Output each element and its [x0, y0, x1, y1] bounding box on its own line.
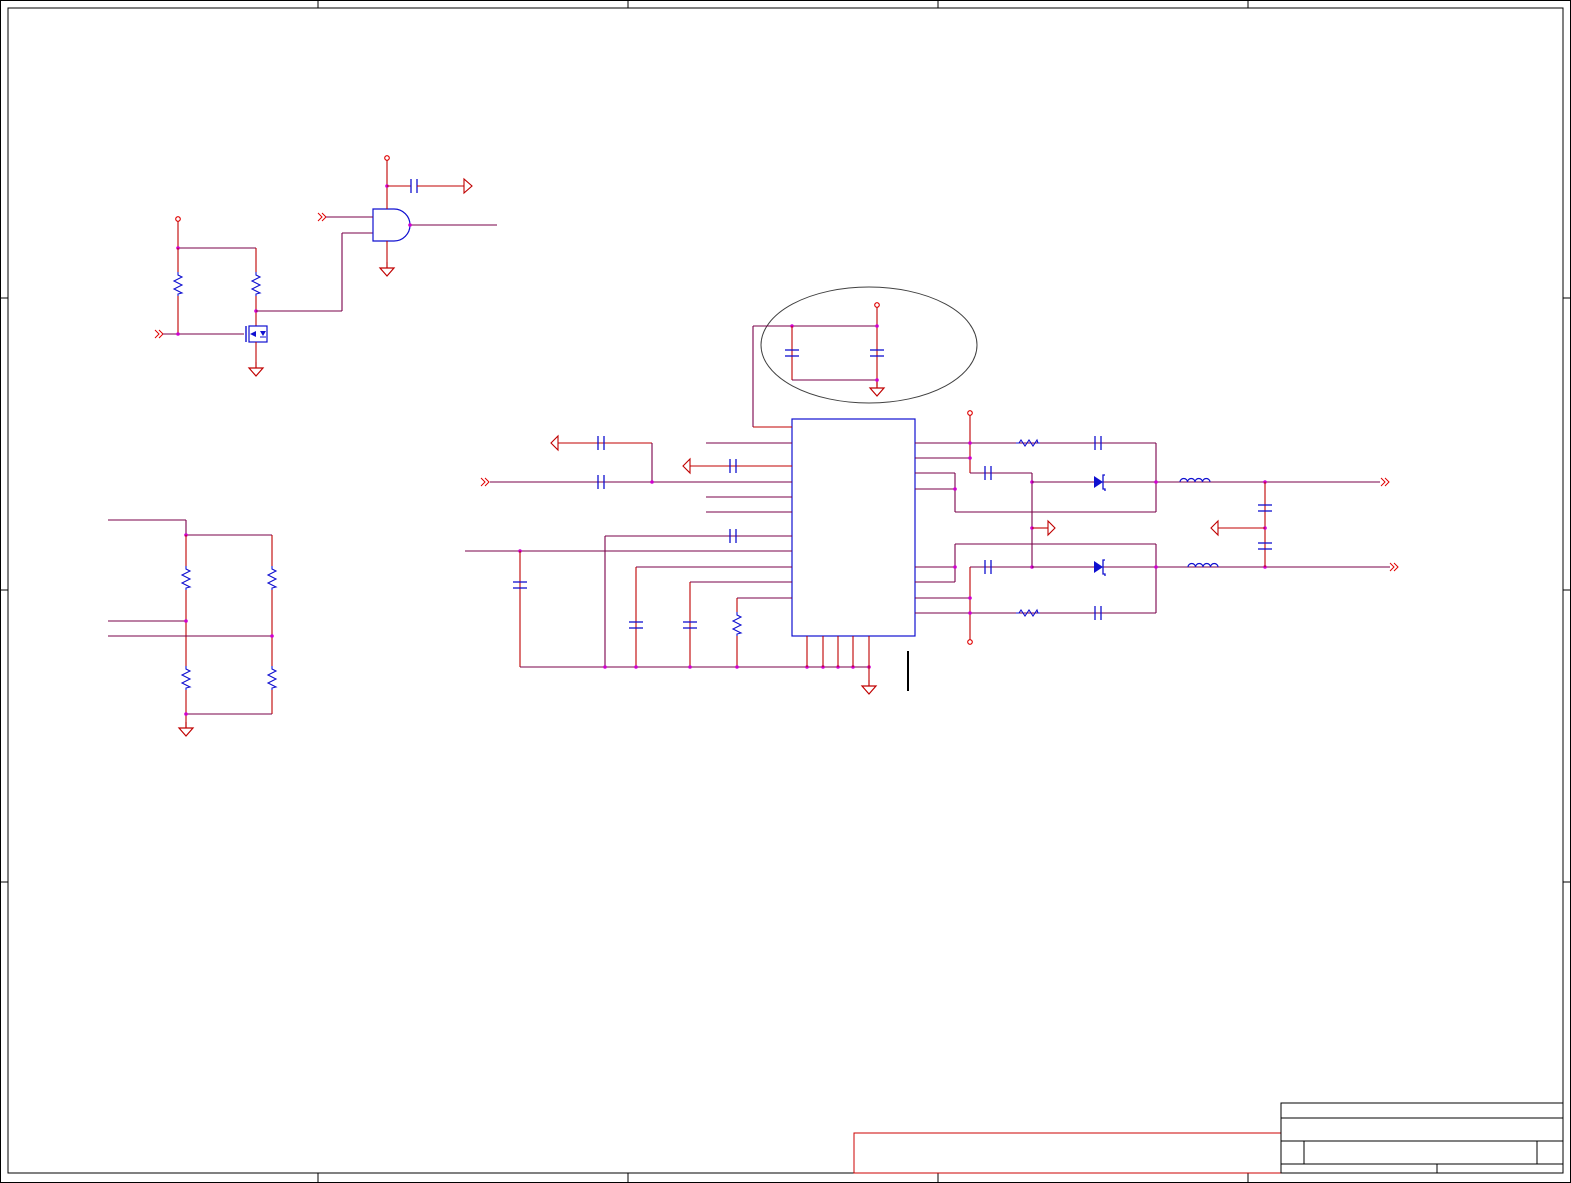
mosfet-icon — [245, 325, 268, 343]
ground-icon — [248, 361, 264, 377]
ground-icon — [869, 381, 885, 397]
ground-icon — [178, 721, 194, 737]
annotation-ellipse — [760, 286, 978, 404]
resistor-icon — [267, 565, 277, 591]
power-port-icon — [967, 639, 973, 645]
main-ic-circuit — [465, 286, 1399, 695]
offpage-connector-icon — [154, 329, 164, 339]
drawing-frame — [0, 0, 1571, 1183]
offpage-connector-icon — [317, 212, 327, 222]
ground-icon — [1047, 519, 1056, 537]
resistor-divider-network — [108, 519, 277, 737]
offpage-connector-icon — [1380, 477, 1390, 487]
power-port-icon — [384, 155, 390, 161]
ground-icon — [1210, 519, 1219, 537]
resistor-icon — [181, 665, 191, 691]
ic-block-icon — [791, 418, 916, 637]
and-gate-icon — [372, 208, 411, 242]
diode-icon — [1093, 474, 1106, 492]
capacitor-icon — [410, 178, 418, 194]
ground-icon — [861, 679, 877, 695]
ground-icon — [379, 261, 395, 277]
power-port-icon — [175, 216, 181, 222]
resistor-icon — [181, 565, 191, 591]
schematic-sheet — [0, 0, 1571, 1183]
power-port-icon — [874, 302, 880, 308]
mosfet-and-gate-circuit — [154, 155, 497, 377]
power-port-icon — [967, 410, 973, 416]
resistor-icon — [732, 611, 742, 637]
ground-icon — [682, 457, 691, 475]
offpage-connector-icon — [480, 477, 490, 487]
offpage-connector-icon — [1389, 562, 1399, 572]
ground-icon — [463, 177, 473, 195]
resistor-icon — [173, 271, 183, 297]
ground-icon — [550, 434, 559, 452]
resistor-icon — [267, 665, 277, 691]
title-block — [853, 1102, 1564, 1174]
diode-icon — [1093, 559, 1106, 577]
schematic-canvas — [0, 0, 1571, 1183]
resistor-icon — [251, 271, 261, 297]
